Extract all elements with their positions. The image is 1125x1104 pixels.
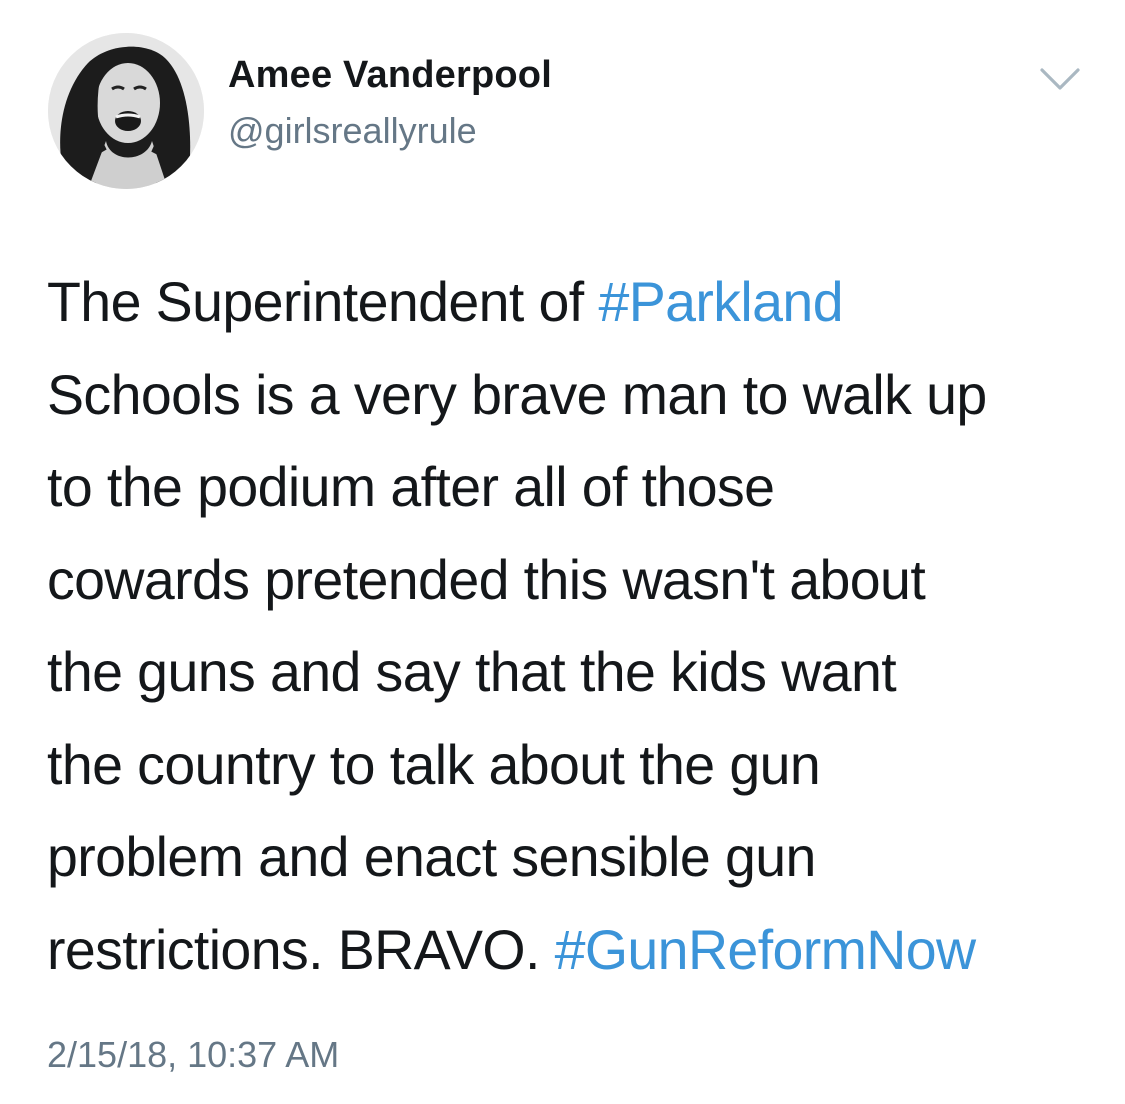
hashtag-link-parkland[interactable]: #Parkland (598, 271, 843, 333)
tweet-timestamp[interactable]: 2/15/18, 10:37 AM (47, 1034, 339, 1076)
author-display-name[interactable]: Amee Vanderpool (228, 54, 552, 97)
author-handle[interactable]: @girlsreallyrule (228, 110, 477, 152)
tweet-text-line: The Superintendent of #Parkland (47, 256, 1097, 349)
tweet-text: The Superintendent of #Parkland Schools … (47, 256, 1097, 996)
tweet-text-line: cowards pretended this wasn't about (47, 548, 926, 611)
tweet-text-line: the guns and say that the kids want (47, 641, 897, 703)
author-avatar[interactable] (48, 33, 204, 189)
chevron-down-icon (1040, 68, 1080, 90)
tweet-text-line: restrictions. BRAVO. #GunReformNow (47, 904, 1097, 997)
tweet-menu-button[interactable] (1038, 64, 1082, 94)
tweet-text-line: Schools is a very brave man to walk up (47, 363, 987, 426)
hashtag-link-gunreformnow[interactable]: #GunReformNow (555, 919, 977, 981)
text-segment: restrictions. BRAVO. (47, 918, 555, 981)
profile-photo-icon (48, 33, 204, 189)
tweet-card: Amee Vanderpool @girlsreallyrule The Sup… (0, 0, 1125, 1104)
tweet-text-line: the country to talk about the gun (47, 733, 821, 796)
text-segment: The Superintendent of (47, 271, 599, 333)
tweet-text-line: problem and enact sensible gun (47, 826, 816, 888)
tweet-text-line: to the podium after all of those (47, 456, 775, 518)
